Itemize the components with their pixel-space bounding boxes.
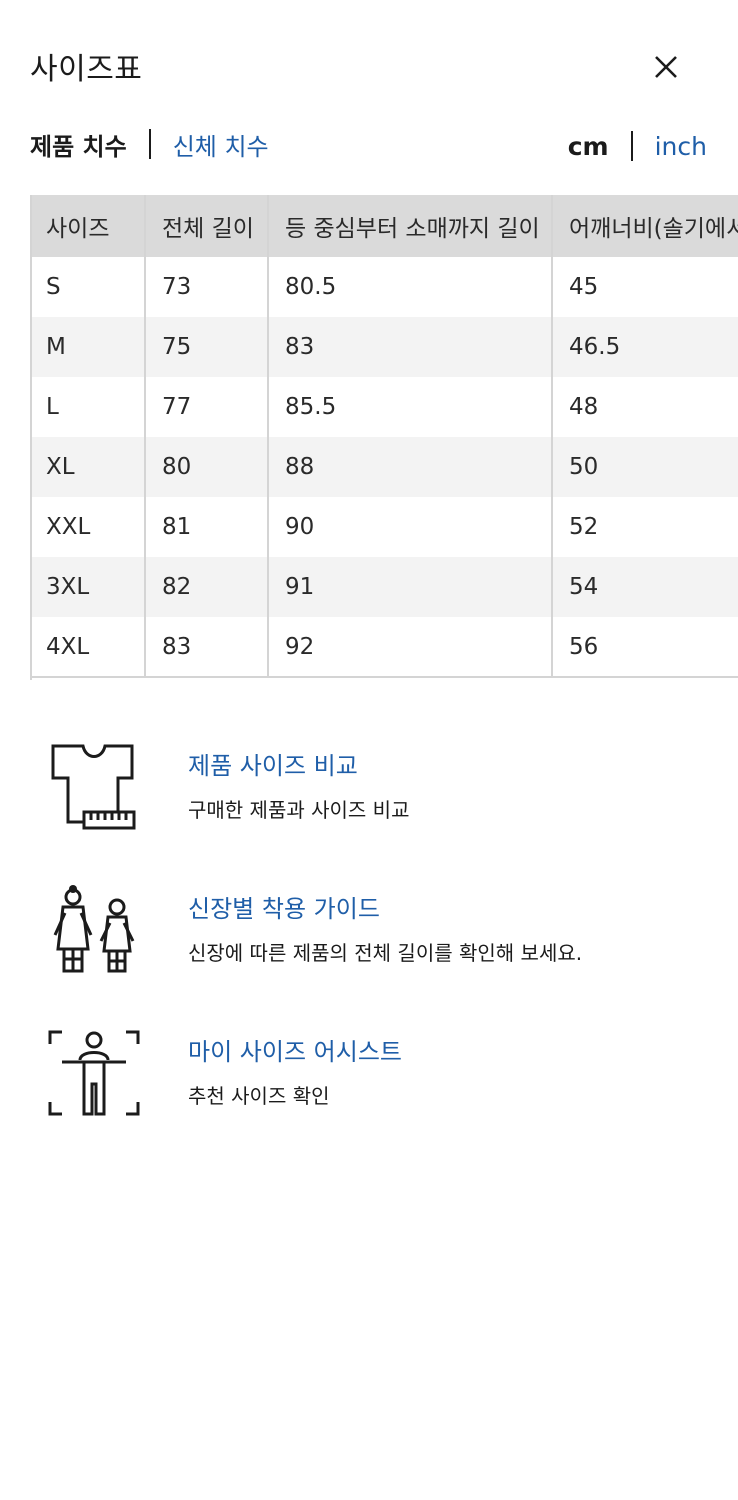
value-cell: 90 — [267, 497, 552, 557]
value-cell: 75 — [144, 317, 268, 377]
header-cell: 전체 길이 — [144, 195, 268, 257]
size-cell: L — [46, 394, 59, 420]
size-cell: XXL — [46, 514, 91, 540]
link-description: 추천 사이즈 확인 — [188, 1084, 330, 1108]
size-cell: M — [30, 317, 145, 377]
link-description: 신장에 따른 제품의 전체 길이를 확인해 보세요. — [188, 941, 583, 965]
value-cell: 85.5 — [267, 377, 552, 437]
unit-cm[interactable]: cm — [568, 132, 609, 161]
value-cell: 81 — [144, 497, 268, 557]
table-row: 3XL 82 91 54 — [30, 557, 738, 617]
value-cell: 56 — [551, 617, 738, 678]
size-cell: 4XL — [30, 617, 145, 678]
link-title: 신장별 착용 가이드 — [188, 895, 380, 923]
table-row: XXL 81 90 52 — [30, 497, 738, 557]
size-cell: 3XL — [30, 557, 145, 617]
product-size-compare-link[interactable]: 제품 사이즈 비교 구매한 제품과 사이즈 비교 — [44, 740, 704, 850]
header-cell: 사이즈 — [30, 195, 145, 257]
tab-product-measurements[interactable]: 제품 치수 — [30, 127, 127, 162]
link-title: 마이 사이즈 어시스트 — [188, 1038, 402, 1066]
table-row: L 77 85.5 48 — [30, 377, 738, 437]
table-row: S 73 80.5 45 — [30, 257, 738, 317]
value-cell: 92 — [267, 617, 552, 678]
link-description: 구매한 제품과 사이즈 비교 — [188, 798, 410, 822]
header-cell: 등 중심부터 소매까지 길이 — [267, 195, 552, 257]
page-title: 사이즈표 — [30, 52, 143, 87]
size-chart-page: 사이즈표 제품 치수 신체 치수 cm inch 사이즈 전체 길이 등 중심부… — [0, 0, 738, 1500]
value-cell: 83 — [144, 617, 268, 678]
value-cell: 73 — [144, 257, 268, 317]
value-cell: 83 — [267, 317, 552, 377]
unit-toggle: cm inch — [568, 126, 707, 166]
value-cell: 48 — [551, 377, 738, 437]
size-table-scroll[interactable]: 사이즈 전체 길이 등 중심부터 소매까지 길이 어깨너비(솔기에서 S 73 … — [30, 195, 738, 680]
table-row: 4XL 83 92 56 — [30, 617, 738, 678]
tab-divider — [148, 129, 151, 159]
value-cell: 80.5 — [267, 257, 552, 317]
close-icon — [655, 56, 677, 78]
size-cell: XL — [30, 437, 145, 497]
size-table: 사이즈 전체 길이 등 중심부터 소매까지 길이 어깨너비(솔기에서 S 73 … — [30, 195, 738, 678]
shirt-ruler-icon — [51, 744, 136, 830]
table-row: M 75 83 46.5 — [30, 317, 738, 377]
value-cell: 45 — [551, 257, 738, 317]
height-fit-guide-link[interactable]: 신장별 착용 가이드 신장에 따른 제품의 전체 길이를 확인해 보세요. — [44, 883, 704, 993]
table-row: XL 80 88 50 — [30, 437, 738, 497]
value-cell: 91 — [267, 557, 552, 617]
two-people-icon — [53, 885, 135, 973]
value-cell: 77 — [144, 377, 268, 437]
value-cell: 80 — [144, 437, 268, 497]
value-cell: 52 — [551, 497, 738, 557]
header-cell: 어깨너비(솔기에서 — [551, 195, 738, 257]
value-cell: 50 — [551, 437, 738, 497]
link-title: 제품 사이즈 비교 — [188, 752, 358, 780]
size-cell: S — [46, 274, 61, 300]
unit-divider — [630, 131, 633, 161]
my-size-assist-link[interactable]: 마이 사이즈 어시스트 추천 사이즈 확인 — [44, 1026, 704, 1136]
value-cell: 88 — [267, 437, 552, 497]
tab-body-measurements[interactable]: 신체 치수 — [173, 127, 269, 162]
close-button[interactable] — [649, 50, 683, 84]
value-cell: 54 — [551, 557, 738, 617]
measurement-tabs: 제품 치수 신체 치수 — [30, 124, 269, 164]
table-header-row: 사이즈 전체 길이 등 중심부터 소매까지 길이 어깨너비(솔기에서 — [30, 195, 738, 257]
unit-inch[interactable]: inch — [655, 132, 707, 161]
value-cell: 82 — [144, 557, 268, 617]
body-scan-icon — [48, 1030, 140, 1116]
value-cell: 46.5 — [551, 317, 738, 377]
